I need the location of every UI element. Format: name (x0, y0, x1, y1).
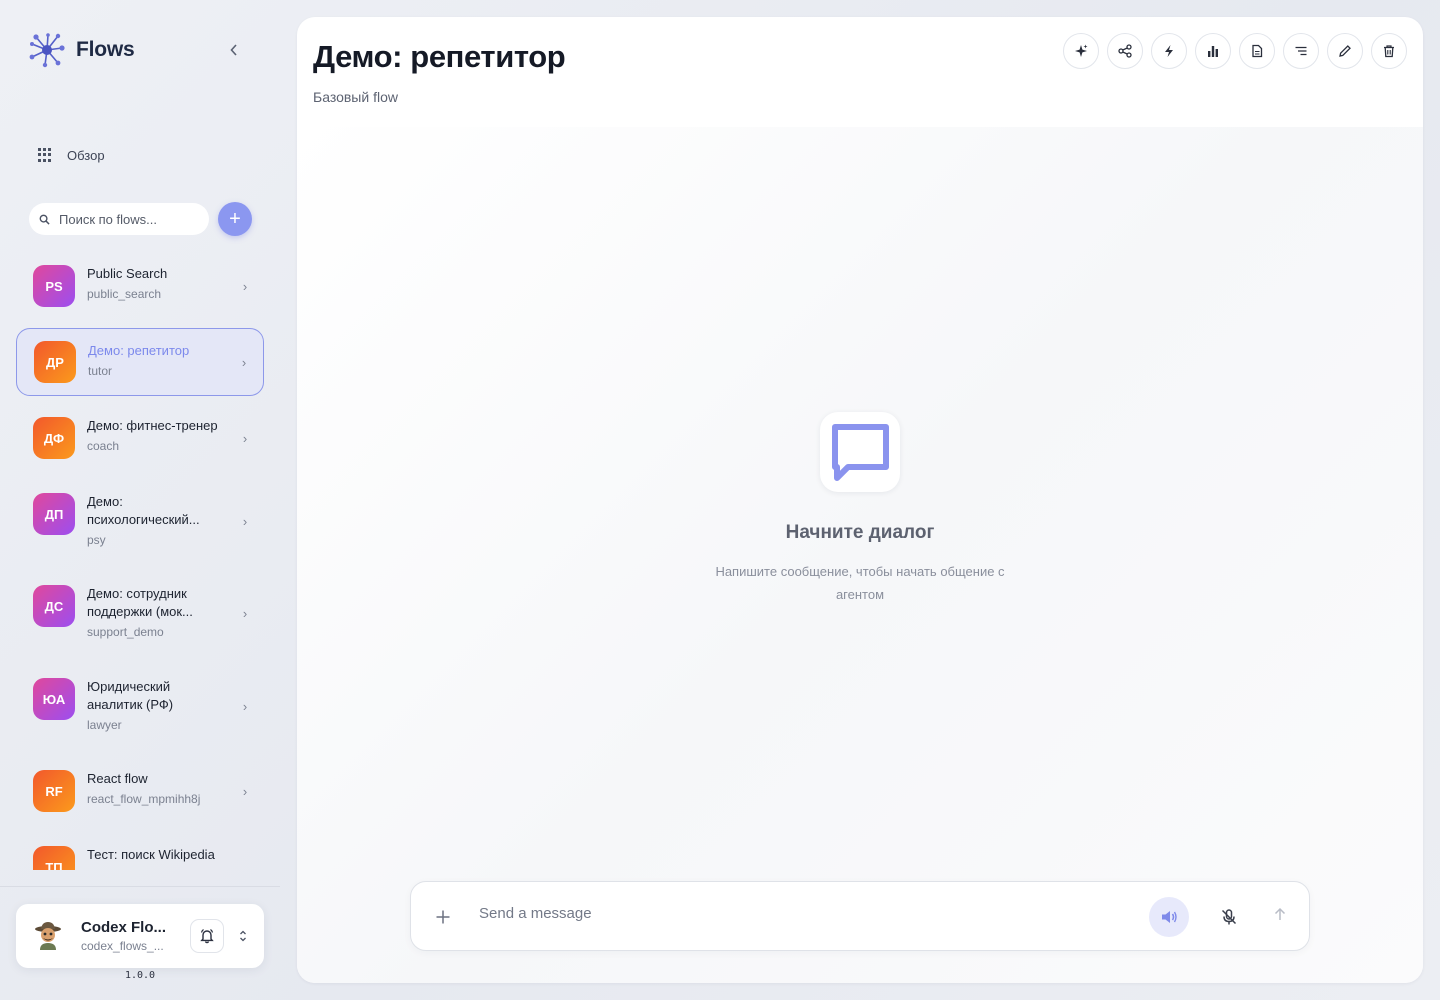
flow-slug: react_flow_mpmihh8j (87, 792, 201, 806)
message-input[interactable] (479, 905, 1119, 922)
flow-name: Демо: репетитор (88, 343, 190, 358)
flow-avatar: ДФ (33, 417, 75, 459)
flow-name: React flow (87, 771, 148, 786)
flow-slug: public_search (87, 287, 162, 301)
brand[interactable]: Flows (28, 30, 135, 70)
voice-output-button[interactable] (1149, 897, 1189, 937)
edit-icon (1339, 45, 1351, 57)
flow-avatar: ЮА (33, 678, 75, 720)
flow-avatar: ДП (33, 493, 75, 535)
user-card[interactable]: Codex Flo... codex_flows_... (16, 904, 264, 968)
flow-name: Public Search (87, 266, 168, 281)
flow-item-wikipedia-test[interactable]: ТП Тест: поиск Wikipedia (16, 840, 264, 870)
page-title: Демо: репетитор (313, 39, 566, 74)
chevron-right-icon: › (242, 513, 248, 529)
empty-state-title: Начните диалог (785, 522, 935, 543)
toolbar (1063, 33, 1407, 69)
flow-slug: lawyer (87, 718, 122, 732)
flow-name: Тест: поиск Wikipedia (87, 847, 215, 862)
bell-icon (200, 929, 214, 944)
flow-slug: support_demo (87, 625, 164, 639)
chevron-right-icon: › (242, 698, 248, 714)
analytics-button[interactable] (1195, 33, 1231, 69)
mic-off-icon (1221, 909, 1237, 925)
app-version: 1.0.0 (124, 970, 156, 981)
add-flow-button[interactable]: + (218, 202, 252, 236)
flow-slug: tutor (88, 364, 113, 378)
page-subtitle: Базовый flow (313, 89, 398, 105)
attach-button[interactable] (433, 907, 453, 927)
send-button[interactable] (1263, 897, 1297, 931)
chevrons-up-down-icon (240, 930, 246, 942)
chat-bubble-icon (820, 412, 900, 492)
brand-name: Flows (76, 38, 135, 61)
triggers-button[interactable] (1151, 33, 1187, 69)
bar-chart-icon (1208, 46, 1218, 57)
chat-panel: Демо: репетитор Базовый flow Начните диа… (297, 17, 1423, 983)
trash-icon (1384, 45, 1394, 58)
share-button[interactable] (1107, 33, 1143, 69)
user-name: Codex Flo... (81, 919, 167, 936)
flow-avatar: RF (33, 770, 75, 812)
flow-avatar: ТП (33, 846, 75, 870)
flow-slug: psy (87, 533, 106, 547)
sparkle-icon (1075, 44, 1088, 57)
sidebar-divider (0, 886, 280, 887)
flow-avatar: ДР (34, 341, 76, 383)
flow-item-psy[interactable]: ДП Демо: психологический... psy › (16, 486, 264, 556)
plus-icon (436, 910, 450, 924)
flow-slug: coach (87, 439, 120, 453)
flow-name: Демо: сотрудник поддержки (мок... (87, 586, 193, 619)
logs-button[interactable] (1283, 33, 1319, 69)
flow-item-tutor[interactable]: ДР Демо: репетитор tutor › (16, 328, 264, 396)
collapse-sidebar-button[interactable] (224, 40, 244, 60)
chevron-right-icon: › (242, 783, 248, 799)
chevron-right-icon: › (242, 430, 248, 446)
delete-flow-button[interactable] (1371, 33, 1407, 69)
message-composer (410, 881, 1310, 951)
nav-overview-label: Обзор (67, 147, 105, 163)
expand-user-menu-button[interactable] (236, 928, 250, 944)
ai-assist-button[interactable] (1063, 33, 1099, 69)
flow-item-coach[interactable]: ДФ Демо: фитнес-тренер coach › (16, 408, 264, 468)
chevron-right-icon: › (242, 278, 248, 294)
flow-search[interactable] (29, 203, 209, 235)
flow-item-support-demo[interactable]: ДС Демо: сотрудник поддержки (мок... sup… (16, 578, 264, 648)
flow-item-public-search[interactable]: PS Public Search public_search › (16, 256, 264, 316)
flow-item-react-flow[interactable]: RF React flow react_flow_mpmihh8j › (16, 764, 264, 824)
flow-name: Юридический аналитик (РФ) (87, 679, 174, 712)
bolt-icon (1165, 45, 1173, 57)
flow-avatar: ДС (33, 585, 75, 627)
empty-state: Начните диалог Напишите сообщение, чтобы… (660, 412, 1060, 606)
sort-lines-icon (1295, 46, 1307, 56)
flow-item-lawyer[interactable]: ЮА Юридический аналитик (РФ) lawyer › (16, 671, 264, 741)
flow-name: Демо: психологический... (87, 494, 200, 527)
search-input[interactable] (59, 211, 199, 227)
avatar (35, 922, 61, 950)
flow-name: Демо: фитнес-тренер (87, 418, 218, 433)
chevron-right-icon: › (241, 354, 247, 370)
chevron-left-icon (230, 44, 237, 56)
sidebar: Flows Обзор + PS Public Search public_se… (0, 0, 280, 1000)
share-icon (1118, 44, 1132, 58)
search-icon (39, 214, 50, 225)
grid-icon (38, 148, 52, 162)
user-id: codex_flows_... (81, 939, 164, 953)
chevron-right-icon: › (242, 605, 248, 621)
flow-list: PS Public Search public_search › ДР Демо… (0, 250, 280, 870)
network-nodes-icon (29, 33, 65, 68)
flow-avatar: PS (33, 265, 75, 307)
edit-flow-button[interactable] (1327, 33, 1363, 69)
voice-input-button[interactable] (1209, 897, 1249, 937)
nav-overview[interactable]: Обзор (38, 144, 105, 166)
arrow-up-icon (1274, 907, 1286, 920)
notifications-button[interactable] (190, 919, 224, 953)
speaker-icon (1162, 911, 1177, 923)
empty-state-description: Напишите сообщение, чтобы начать общение… (715, 564, 1005, 602)
document-icon (1252, 44, 1263, 58)
documents-button[interactable] (1239, 33, 1275, 69)
